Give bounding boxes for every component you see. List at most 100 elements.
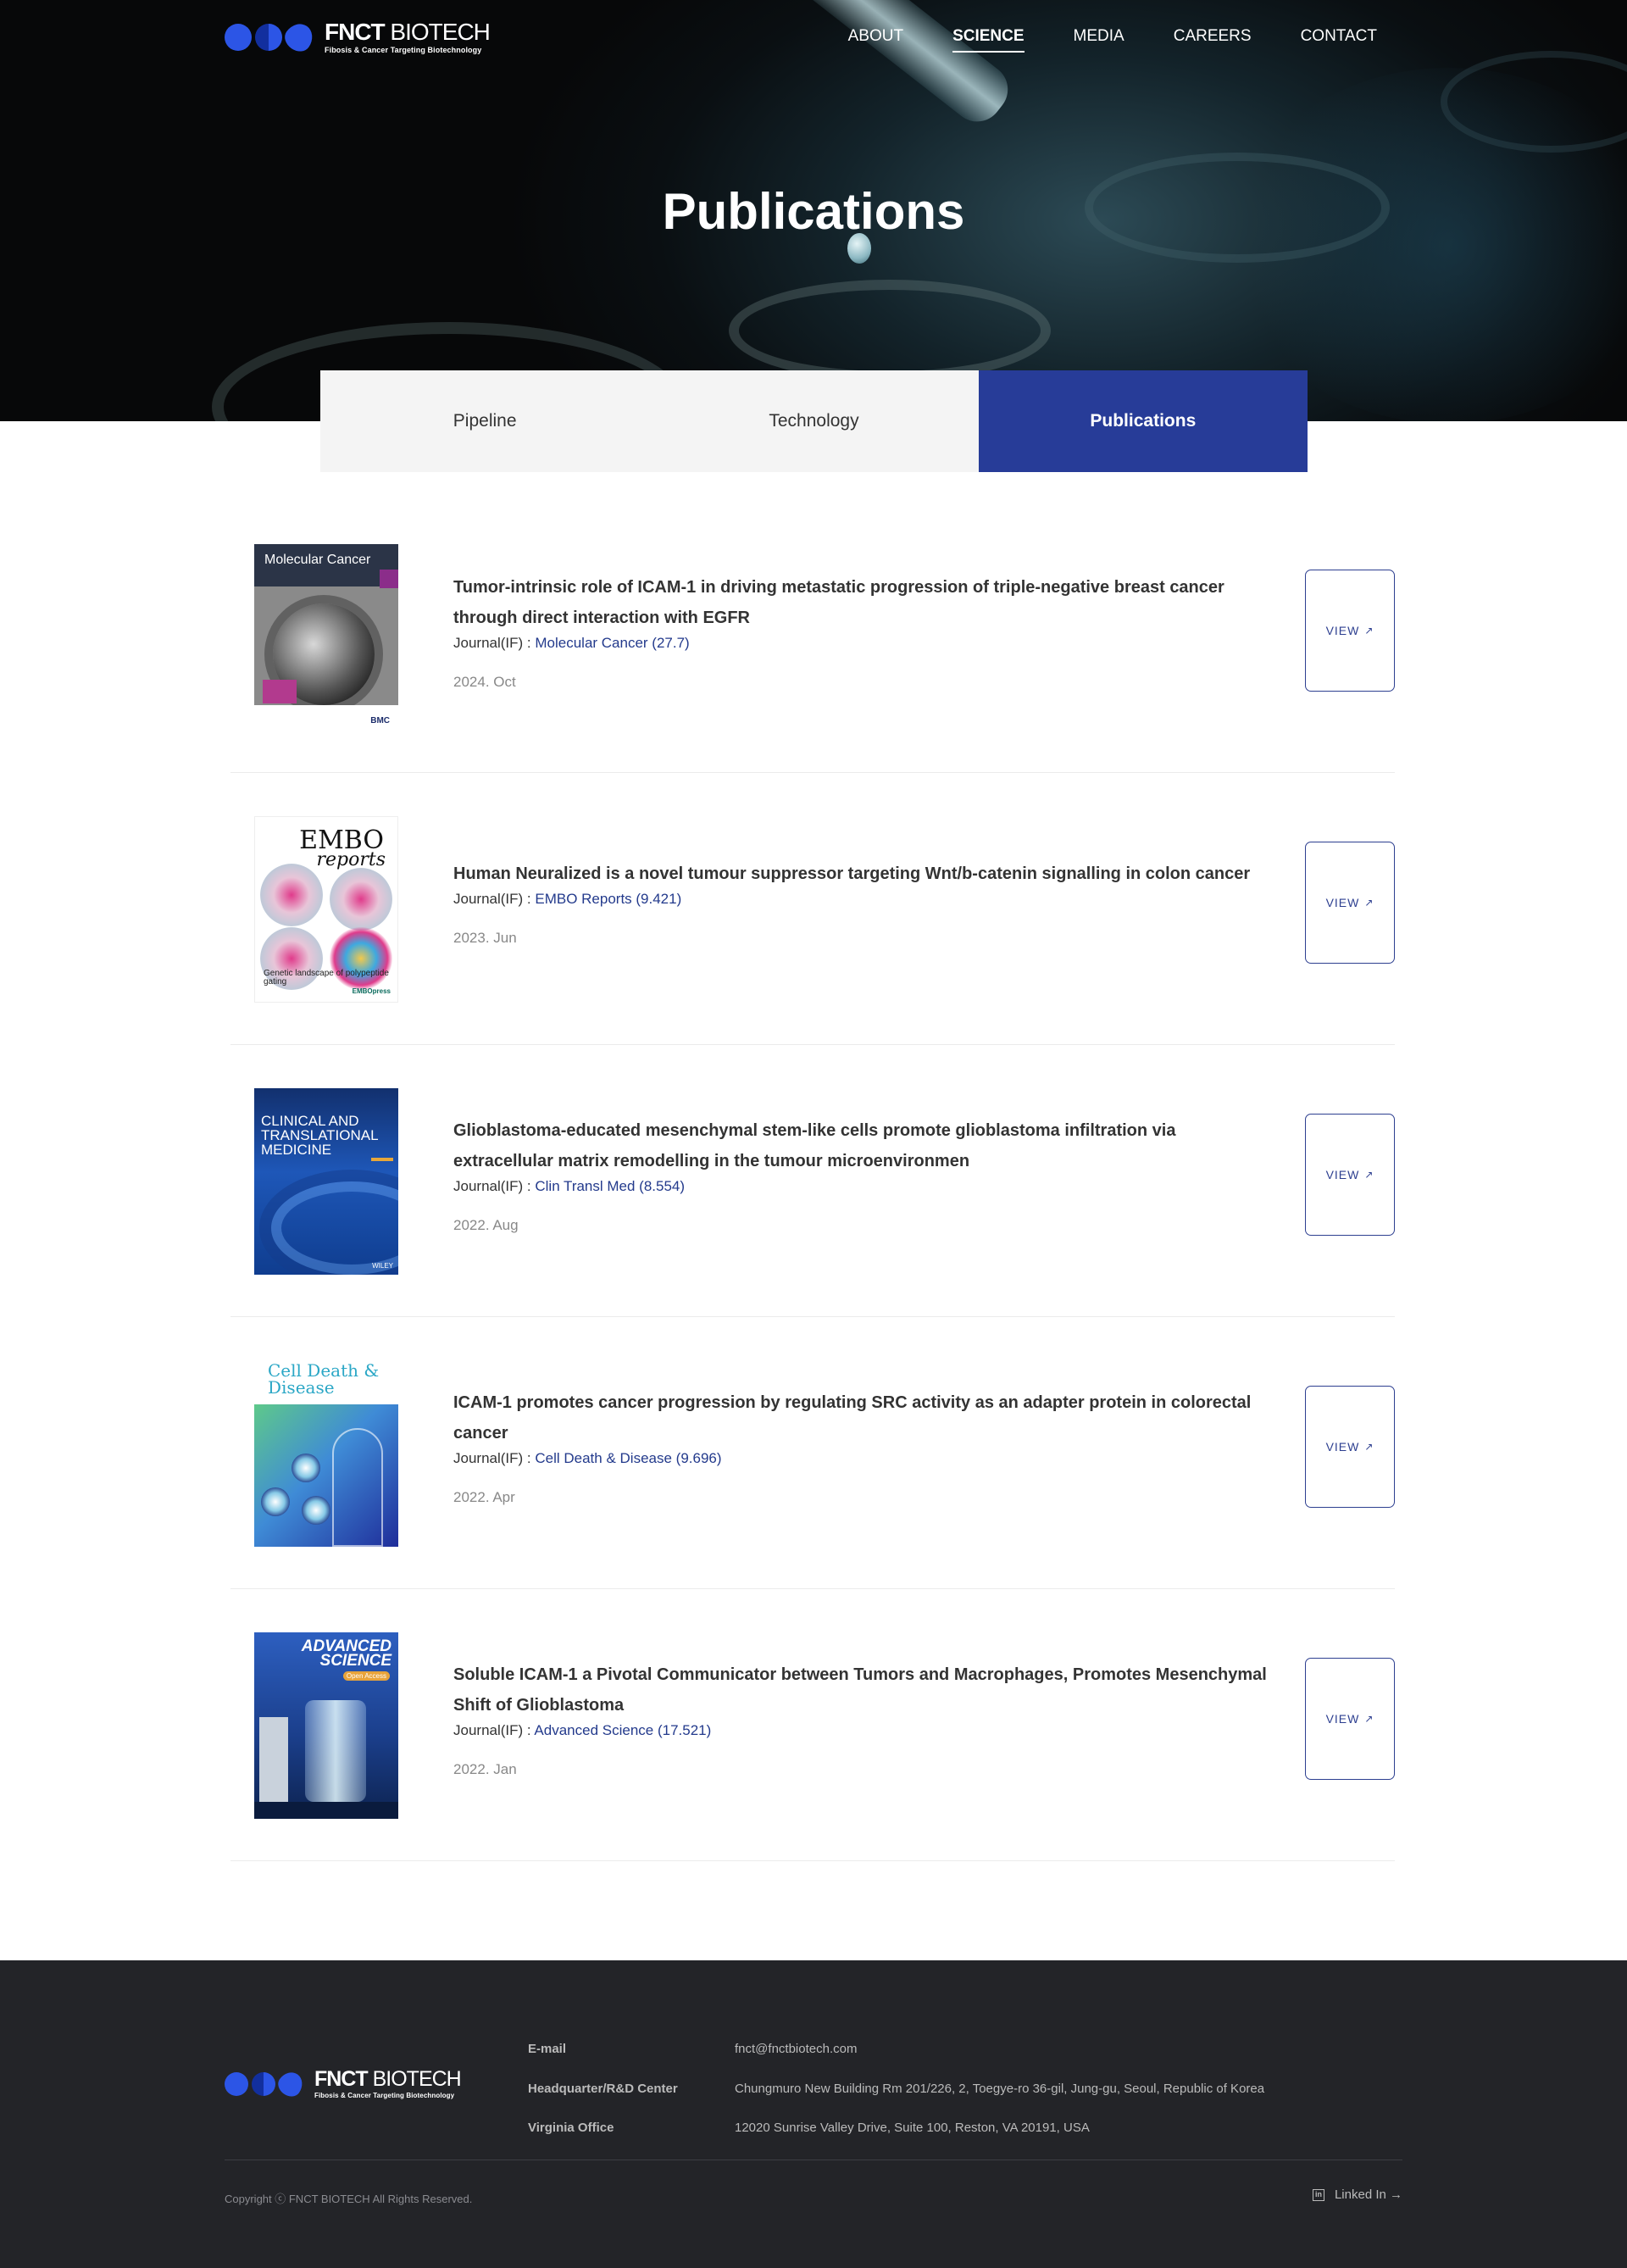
- arrow-up-right-icon: ↗: [1364, 1441, 1374, 1453]
- cover-subtitle: reports: [316, 849, 386, 870]
- footer-email-link[interactable]: fnct@fnctbiotech.com: [735, 2042, 857, 2056]
- view-button[interactable]: VIEW ↗: [1305, 842, 1395, 964]
- publication-title: ICAM-1 promotes cancer progression by re…: [453, 1393, 1252, 1443]
- journal-cover-image: ADVANCED SCIENCE Open Access: [254, 1632, 398, 1819]
- publication-journal: Journal(IF) : Advanced Science (17.521): [453, 1722, 1267, 1739]
- cover-title: Molecular Cancer: [254, 544, 398, 586]
- publication-info: ICAM-1 promotes cancer progression by re…: [453, 1387, 1267, 1506]
- cover-publisher: BMC: [370, 716, 390, 725]
- publication-date: 2022. Jan: [453, 1761, 517, 1777]
- publication-item: EMBO reports Genetic landscape of polype…: [230, 773, 1395, 1045]
- publication-info: Soluble ICAM-1 a Pivotal Communicator be…: [453, 1659, 1267, 1778]
- view-button[interactable]: VIEW ↗: [1305, 1658, 1395, 1780]
- cover-caption: Genetic landscape of polypeptide gating: [264, 969, 389, 987]
- journal-label: Journal(IF) :: [453, 635, 536, 651]
- view-button[interactable]: VIEW ↗: [1305, 1114, 1395, 1236]
- cover-title: Cell Death & Disease: [268, 1360, 380, 1398]
- nav-science[interactable]: SCIENCE: [952, 27, 1025, 53]
- journal-name: EMBO Reports (9.421): [535, 891, 682, 907]
- arrow-up-right-icon: ↗: [1364, 897, 1374, 909]
- footer-key: E-mail: [528, 2042, 567, 2056]
- arrow-up-right-icon: ↗: [1364, 1169, 1374, 1181]
- tab-technology[interactable]: Technology: [649, 370, 978, 472]
- logo-name-rest: BIOTECH: [384, 19, 490, 45]
- cover-badge: Open Access: [342, 1671, 390, 1681]
- hero-tube-rim: [729, 280, 1051, 381]
- linkedin-link[interactable]: in Linked In →: [1312, 2187, 1402, 2202]
- logo-name-bold: FNCT: [325, 19, 386, 45]
- journal-cover-image: CLINICAL AND TRANSLATIONAL MEDICINE WILE…: [254, 1088, 398, 1275]
- footer-value: Chungmuro New Building Rm 201/226, 2, To…: [735, 2082, 1265, 2096]
- cover-title: ADVANCED SCIENCE: [301, 1637, 391, 1670]
- page-title: Publications: [662, 183, 965, 240]
- journal-name: Cell Death & Disease (9.696): [535, 1450, 722, 1466]
- view-label: VIEW: [1325, 624, 1360, 637]
- nav-contact[interactable]: CONTACT: [1301, 27, 1377, 53]
- footer-value: 12020 Sunrise Valley Drive, Suite 100, R…: [735, 2121, 1090, 2135]
- linkedin-label: Linked In →: [1334, 2187, 1402, 2202]
- cover-publisher: WILEY: [372, 1262, 393, 1270]
- publication-item: ADVANCED SCIENCE Open Access Soluble ICA…: [230, 1589, 1395, 1861]
- publication-item: Molecular Cancer BMC Tumor-intrinsic rol…: [230, 501, 1395, 773]
- journal-label: Journal(IF) :: [453, 1450, 536, 1466]
- journal-label: Journal(IF) :: [453, 1178, 536, 1194]
- footer-key: Headquarter/R&D Center: [528, 2082, 678, 2096]
- logo-mark-icon: [225, 2067, 308, 2101]
- journal-name: Advanced Science (17.521): [534, 1722, 712, 1738]
- publication-item: Cell Death & Disease ICAM-1 promotes can…: [230, 1317, 1395, 1589]
- header-logo[interactable]: FNCT BIOTECH Fibosis & Cancer Targeting …: [225, 18, 491, 57]
- publication-title: Human Neuralized is a novel tumour suppr…: [453, 864, 1251, 883]
- logo-tagline: Fibosis & Cancer Targeting Biotechnology: [325, 46, 482, 54]
- journal-cover-image: Cell Death & Disease: [254, 1360, 398, 1547]
- publication-info: Human Neuralized is a novel tumour suppr…: [453, 859, 1267, 947]
- publication-item: CLINICAL AND TRANSLATIONAL MEDICINE WILE…: [230, 1045, 1395, 1317]
- logo-name-bold: FNCT: [314, 2067, 369, 2091]
- logo-mark-icon: [225, 18, 319, 57]
- journal-cover-image: EMBO reports Genetic landscape of polype…: [254, 816, 398, 1003]
- footer-logo[interactable]: FNCT BIOTECH Fibosis & Cancer Targeting …: [225, 2067, 462, 2101]
- tab-pipeline[interactable]: Pipeline: [320, 370, 649, 472]
- publication-date: 2022. Apr: [453, 1489, 515, 1505]
- publication-date: 2023. Jun: [453, 930, 517, 946]
- view-label: VIEW: [1325, 896, 1360, 909]
- publication-info: Tumor-intrinsic role of ICAM-1 in drivin…: [453, 572, 1267, 691]
- publication-info: Glioblastoma-educated mesenchymal stem-l…: [453, 1115, 1267, 1234]
- hero-pipette: [661, 0, 1019, 132]
- journal-label: Journal(IF) :: [453, 891, 536, 907]
- publication-journal: Journal(IF) : EMBO Reports (9.421): [453, 891, 1267, 908]
- science-tabs: Pipeline Technology Publications: [320, 370, 1308, 472]
- nav-media[interactable]: MEDIA: [1074, 27, 1124, 53]
- linkedin-icon: in: [1312, 2188, 1324, 2201]
- site-footer: FNCT BIOTECH Fibosis & Cancer Targeting …: [0, 1960, 1627, 2268]
- journal-name: Clin Transl Med (8.554): [535, 1178, 686, 1194]
- publication-title: Soluble ICAM-1 a Pivotal Communicator be…: [453, 1665, 1267, 1715]
- journal-name: Molecular Cancer (27.7): [535, 635, 690, 651]
- nav-careers[interactable]: CAREERS: [1174, 27, 1252, 53]
- publication-title: Glioblastoma-educated mesenchymal stem-l…: [453, 1121, 1176, 1170]
- arrow-up-right-icon: ↗: [1364, 1713, 1374, 1725]
- footer-key: Virginia Office: [528, 2121, 614, 2135]
- cover-title: CLINICAL AND TRANSLATIONAL MEDICINE: [261, 1113, 378, 1158]
- publication-date: 2024. Oct: [453, 674, 516, 690]
- publication-title: Tumor-intrinsic role of ICAM-1 in drivin…: [453, 578, 1224, 627]
- publication-journal: Journal(IF) : Cell Death & Disease (9.69…: [453, 1450, 1267, 1467]
- view-label: VIEW: [1325, 1168, 1360, 1181]
- journal-cover-image: Molecular Cancer BMC: [254, 544, 398, 731]
- publication-date: 2022. Aug: [453, 1217, 519, 1233]
- publication-journal: Journal(IF) : Clin Transl Med (8.554): [453, 1178, 1267, 1195]
- cover-publisher: EMBOpress: [352, 987, 391, 995]
- view-button[interactable]: VIEW ↗: [1305, 570, 1395, 692]
- view-button[interactable]: VIEW ↗: [1305, 1386, 1395, 1508]
- main-nav: ABOUT SCIENCE MEDIA CAREERS CONTACT: [799, 27, 1377, 53]
- publication-journal: Journal(IF) : Molecular Cancer (27.7): [453, 635, 1267, 652]
- logo-tagline: Fibosis & Cancer Targeting Biotechnology: [314, 2092, 455, 2099]
- arrow-up-right-icon: ↗: [1364, 625, 1374, 636]
- logo-name-rest: BIOTECH: [367, 2067, 462, 2091]
- nav-about[interactable]: ABOUT: [848, 27, 903, 53]
- tab-publications[interactable]: Publications: [978, 370, 1308, 472]
- view-label: VIEW: [1325, 1712, 1360, 1726]
- copyright: Copyright ⓒ FNCT BIOTECH All Rights Rese…: [225, 2193, 473, 2205]
- hero-banner: FNCT BIOTECH Fibosis & Cancer Targeting …: [0, 0, 1627, 421]
- journal-label: Journal(IF) :: [453, 1722, 535, 1738]
- view-label: VIEW: [1325, 1440, 1360, 1454]
